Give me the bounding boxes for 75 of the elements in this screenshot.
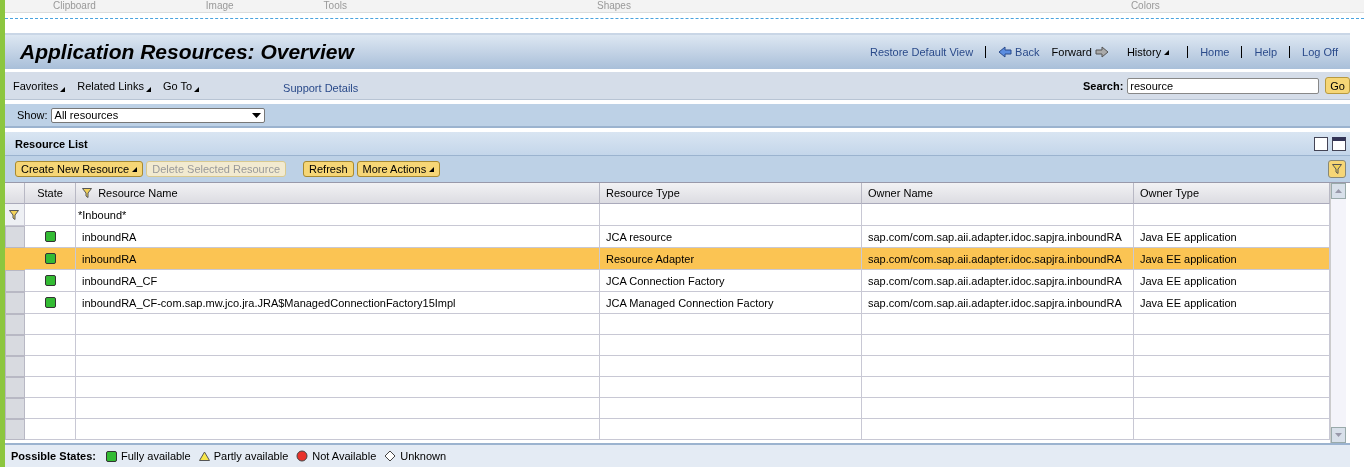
table-cell: sap.com/com.sap.aii.adapter.idoc.sapjra.inboundRA: [862, 248, 1134, 270]
ribbon-group-label: Colors: [1130, 0, 1160, 12]
table-cell: inboundRA_CF-com.sap.mw.jco.jra.JRA$ManagedConnectionFactory15Impl: [76, 292, 600, 314]
row-selector[interactable]: [5, 335, 25, 356]
table-cell: Java EE application: [1134, 292, 1330, 314]
column-header[interactable]: Resource Name: [76, 183, 600, 204]
row-selector[interactable]: [5, 356, 25, 377]
ribbon-group-label: Tools: [323, 0, 347, 12]
row-selector[interactable]: [5, 314, 25, 335]
toolbar-button[interactable]: More Actions: [356, 161, 441, 177]
show-dropdown[interactable]: All resources: [50, 107, 265, 123]
filter-icon: [1332, 164, 1342, 174]
scroll-up-icon[interactable]: [1335, 189, 1342, 193]
caret-icon: [145, 86, 151, 92]
table-cell: Resource Adapter: [600, 248, 862, 270]
column-header[interactable]: Owner Type: [1134, 183, 1330, 204]
column-header[interactable]: State: [25, 183, 76, 204]
table-cell: Java EE application: [1134, 270, 1330, 292]
header-link[interactable]: Help: [1254, 46, 1278, 58]
filter-button[interactable]: [1328, 160, 1346, 178]
caret-icon: [1164, 49, 1170, 55]
toolbar-button[interactable]: Refresh: [303, 161, 354, 177]
search-label: Search:: [1082, 79, 1124, 92]
ribbon-group-label: Clipboard: [53, 0, 96, 12]
left-arrow-icon: [998, 46, 1013, 58]
table-cell: sap.com/com.sap.aii.adapter.idoc.sapjra.inboundRA: [862, 292, 1134, 314]
row-selector[interactable]: [5, 377, 25, 398]
nav-menu[interactable]: Go To: [162, 79, 200, 92]
row-selector[interactable]: [5, 270, 25, 292]
table-cell: JCA Connection Factory: [600, 270, 862, 292]
row-selector[interactable]: [5, 226, 25, 248]
table-cell: sap.com/com.sap.aii.adapter.idoc.sapjra.inboundRA: [862, 270, 1134, 292]
support-details-link[interactable]: Support Details: [283, 82, 359, 94]
header-link[interactable]: Restore Default View: [869, 46, 974, 58]
legend-text: Fully available: [121, 450, 191, 462]
nav-menu[interactable]: Related Links: [77, 79, 151, 92]
legend-label: Possible States:: [11, 450, 96, 462]
legend-text: Unknown: [400, 450, 447, 462]
scrollbar[interactable]: [1330, 183, 1346, 443]
ribbon-group-label: Shapes: [596, 0, 631, 12]
go-button[interactable]: Go: [1325, 77, 1350, 94]
nav-menu[interactable]: Favorites: [13, 79, 66, 92]
legend-text: Partly available: [213, 450, 289, 462]
caret-icon: [60, 86, 66, 92]
header-link[interactable]: Log Off: [1302, 46, 1338, 58]
table-cell: inboundRA: [76, 248, 600, 270]
table-cell: Java EE application: [1134, 248, 1330, 270]
right-arrow-icon: [1094, 46, 1109, 58]
page-title: Application Resources: Overview: [20, 40, 354, 64]
filter-icon: [9, 209, 19, 220]
legend-text: Not Available: [312, 450, 377, 462]
column-header[interactable]: Resource Type: [600, 183, 862, 204]
search-field[interactable]: resource: [1127, 77, 1320, 94]
toolbar-button[interactable]: Create New Resource: [15, 161, 144, 177]
column-header[interactable]: Owner Name: [862, 183, 1134, 204]
forward-link[interactable]: Forward: [1051, 46, 1109, 58]
row-selector[interactable]: [5, 248, 25, 270]
row-selector[interactable]: [5, 398, 25, 419]
history-menu[interactable]: History: [1126, 46, 1170, 58]
table-cell: inboundRA_CF: [76, 270, 600, 292]
list-settings-icon[interactable]: [1314, 136, 1328, 151]
back-link[interactable]: Back: [998, 46, 1040, 58]
scroll-down-icon[interactable]: [1335, 433, 1342, 437]
row-selector[interactable]: [5, 292, 25, 314]
caret-icon: [194, 86, 200, 92]
show-label: Show:: [17, 109, 48, 121]
filter-field[interactable]: *Inbound*: [76, 204, 600, 226]
table-cell: JCA Managed Connection Factory: [600, 292, 862, 314]
ribbon-group-label: Image: [205, 0, 234, 12]
header-link[interactable]: Home: [1200, 46, 1230, 58]
dropdown-arrow-icon: [251, 112, 261, 118]
row-selector[interactable]: [5, 419, 25, 440]
filter-icon: [82, 188, 92, 198]
resource-list-title: Resource List: [15, 137, 88, 150]
minimize-panel-icon[interactable]: [1332, 136, 1346, 151]
